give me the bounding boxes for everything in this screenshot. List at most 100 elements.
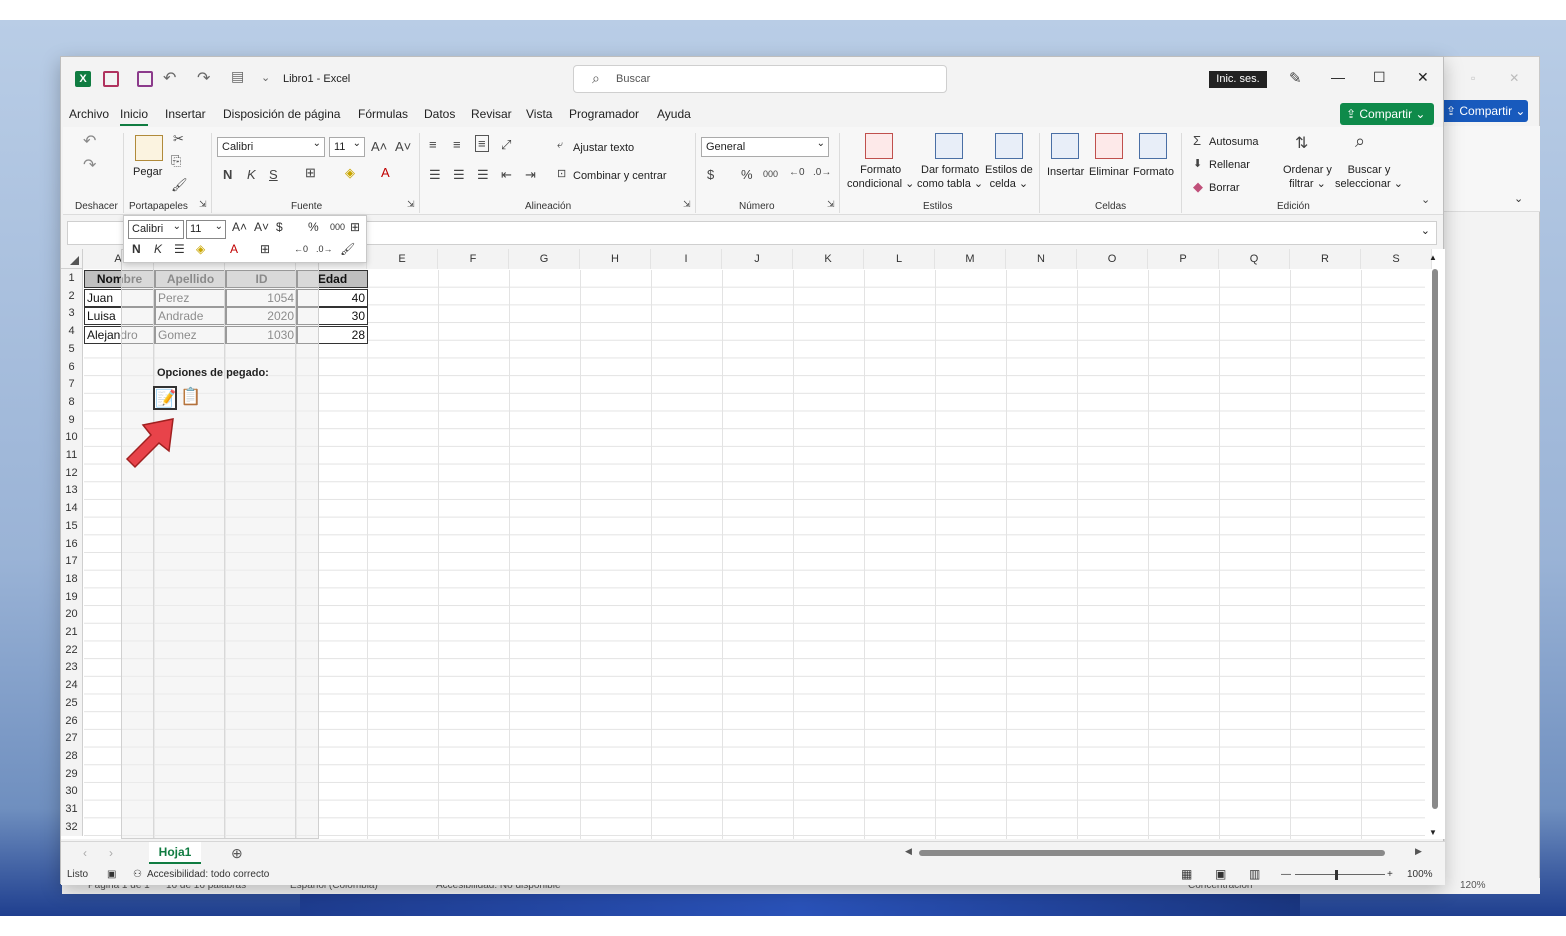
borders-icon[interactable]: ⊞ — [260, 242, 270, 256]
column-header-o[interactable]: O — [1077, 249, 1148, 269]
search-input[interactable]: ⌕ Buscar — [573, 65, 947, 93]
italic-icon[interactable]: K — [154, 242, 162, 256]
column-header-r[interactable]: R — [1290, 249, 1361, 269]
align-left-icon[interactable]: ☰ — [429, 167, 441, 183]
column-header-h[interactable]: H — [580, 249, 651, 269]
paste-values-icon[interactable]: 📋 — [179, 386, 203, 410]
decrease-font-icon[interactable]: A˅ — [254, 220, 269, 234]
format-painter-icon[interactable]: 🖌 — [340, 242, 355, 256]
dialog-launcher-icon[interactable]: ⇲ — [683, 199, 691, 210]
sign-in-button[interactable]: Inic. ses. — [1209, 71, 1267, 88]
undo-icon[interactable]: ↶ — [83, 131, 96, 151]
tab-vista[interactable]: Vista — [526, 107, 552, 121]
row-header[interactable]: 30 — [61, 782, 83, 801]
maximize-button[interactable]: ☐ — [1373, 69, 1386, 86]
increase-indent-icon[interactable]: ⇥ — [525, 167, 536, 183]
row-header[interactable]: 11 — [61, 446, 83, 464]
macro-record-icon[interactable]: ▣ — [107, 869, 116, 880]
font-color-icon[interactable]: A — [230, 242, 238, 256]
wrap-text-icon[interactable]: ⤶ — [557, 139, 563, 152]
conditional-format-button[interactable]: Formato condicional ⌄ — [847, 163, 914, 191]
column-header-i[interactable]: I — [651, 249, 722, 269]
align-center-icon[interactable]: ☰ — [453, 167, 465, 183]
row-header[interactable]: 32 — [61, 817, 83, 836]
tab-inicio[interactable]: Inicio — [120, 107, 149, 126]
horizontal-scroll-thumb[interactable] — [919, 850, 1385, 856]
thousands-icon[interactable]: 000 — [330, 222, 345, 232]
find-select-button[interactable]: Buscar y seleccionar ⌄ — [1335, 163, 1403, 191]
print-preview-icon[interactable]: ▤ — [231, 68, 244, 85]
align-center-icon[interactable]: ☰ — [174, 242, 185, 256]
undo-icon[interactable]: ↶ — [163, 68, 176, 88]
share-button[interactable]: ⇪ Compartir ⌄ — [1340, 103, 1434, 125]
tab-revisar[interactable]: Revisar — [471, 107, 512, 121]
add-sheet-icon[interactable]: ⊕ — [231, 845, 243, 862]
increase-decimal-icon[interactable]: ←0 — [294, 244, 308, 254]
row-header[interactable]: 20 — [61, 605, 83, 624]
row-header[interactable]: 6 — [61, 357, 83, 376]
row-header[interactable]: 27 — [61, 729, 83, 748]
vertical-scroll-thumb[interactable] — [1432, 269, 1438, 809]
increase-decimal-icon[interactable]: ←0 — [789, 167, 805, 178]
underline-button[interactable]: S — [269, 167, 278, 182]
row-header[interactable]: 24 — [61, 676, 83, 695]
page-break-view-icon[interactable]: ▥ — [1249, 867, 1260, 881]
dialog-launcher-icon[interactable]: ⇲ — [407, 199, 415, 210]
page-layout-icon[interactable]: ▣ — [1215, 867, 1226, 881]
delete-cells-button[interactable]: Eliminar — [1089, 165, 1129, 179]
column-header-n[interactable]: N — [1006, 249, 1077, 269]
thousands-icon[interactable]: 000 — [763, 169, 778, 179]
font-name-select[interactable]: Calibri — [217, 135, 325, 157]
scroll-down-icon[interactable]: ▼ — [1429, 828, 1437, 837]
chevron-down-icon[interactable]: ⌄ — [1421, 224, 1430, 237]
decrease-decimal-icon[interactable]: .0→ — [813, 167, 831, 178]
row-header[interactable]: 1 — [61, 269, 83, 287]
fill-color-icon[interactable]: ◈ — [196, 242, 205, 256]
wrap-text-button[interactable]: Ajustar texto — [573, 141, 634, 155]
vertical-scrollbar[interactable]: ▲ ▼ — [1427, 253, 1441, 839]
format-table-icon[interactable]: ⊞ — [350, 220, 360, 234]
row-header[interactable]: 29 — [61, 764, 83, 783]
format-cells-icon[interactable] — [1139, 133, 1167, 159]
sort-filter-icon[interactable]: ⇅ — [1295, 133, 1308, 153]
dialog-launcher-icon[interactable]: ⇲ — [199, 199, 207, 210]
cut-icon[interactable]: ✂ — [173, 131, 184, 147]
row-header[interactable]: 23 — [61, 658, 83, 677]
fill-color-icon[interactable]: ◈ — [345, 165, 355, 181]
orientation-icon[interactable]: ⤢ — [501, 137, 511, 153]
decrease-font-icon[interactable]: A˅ — [395, 139, 411, 154]
pen-icon[interactable]: ✎ — [1289, 69, 1302, 87]
minimize-button[interactable]: — — [1331, 69, 1345, 85]
align-right-icon[interactable]: ☰ — [477, 167, 489, 183]
accessibility-status[interactable]: Accesibilidad: todo correcto — [147, 869, 269, 880]
copy-icon[interactable]: ⎘ — [171, 153, 181, 169]
conditional-format-icon[interactable] — [865, 133, 893, 159]
align-top-icon[interactable]: ≡ — [429, 137, 437, 152]
insert-cells-button[interactable]: Insertar — [1047, 165, 1084, 179]
cell-styles-icon[interactable] — [995, 133, 1023, 159]
chevron-down-icon[interactable]: ⌄ — [1421, 193, 1430, 206]
row-header[interactable]: 18 — [61, 569, 83, 588]
row-header[interactable]: 3 — [61, 304, 83, 323]
currency-icon[interactable]: $ — [276, 220, 283, 234]
row-header[interactable]: 14 — [61, 499, 83, 518]
tab-formulas[interactable]: Fórmulas — [358, 107, 408, 121]
tab-ayuda[interactable]: Ayuda — [657, 107, 691, 121]
scroll-right-icon[interactable]: ▶ — [1415, 846, 1422, 857]
row-header[interactable]: 8 — [61, 392, 83, 411]
close-button[interactable]: ✕ — [1417, 69, 1429, 86]
column-header-e[interactable]: E — [367, 249, 438, 269]
redo-icon[interactable]: ↷ — [83, 155, 96, 175]
increase-font-icon[interactable]: A˄ — [232, 220, 247, 234]
customize-toolbar-icon[interactable]: ⌄ — [261, 71, 270, 84]
cell-styles-button[interactable]: Estilos de celda ⌄ — [985, 163, 1033, 191]
column-header-q[interactable]: Q — [1219, 249, 1290, 269]
align-bottom-icon[interactable]: ≡ — [475, 135, 489, 152]
mini-font-select[interactable]: Calibri — [128, 218, 184, 239]
redo-icon[interactable]: ↷ — [197, 68, 210, 88]
tab-archivo[interactable]: Archivo — [69, 107, 109, 121]
increase-font-icon[interactable]: A˄ — [371, 139, 387, 154]
row-header[interactable]: 31 — [61, 800, 83, 818]
decrease-decimal-icon[interactable]: .0→ — [316, 244, 333, 254]
row-header[interactable]: 17 — [61, 552, 83, 571]
